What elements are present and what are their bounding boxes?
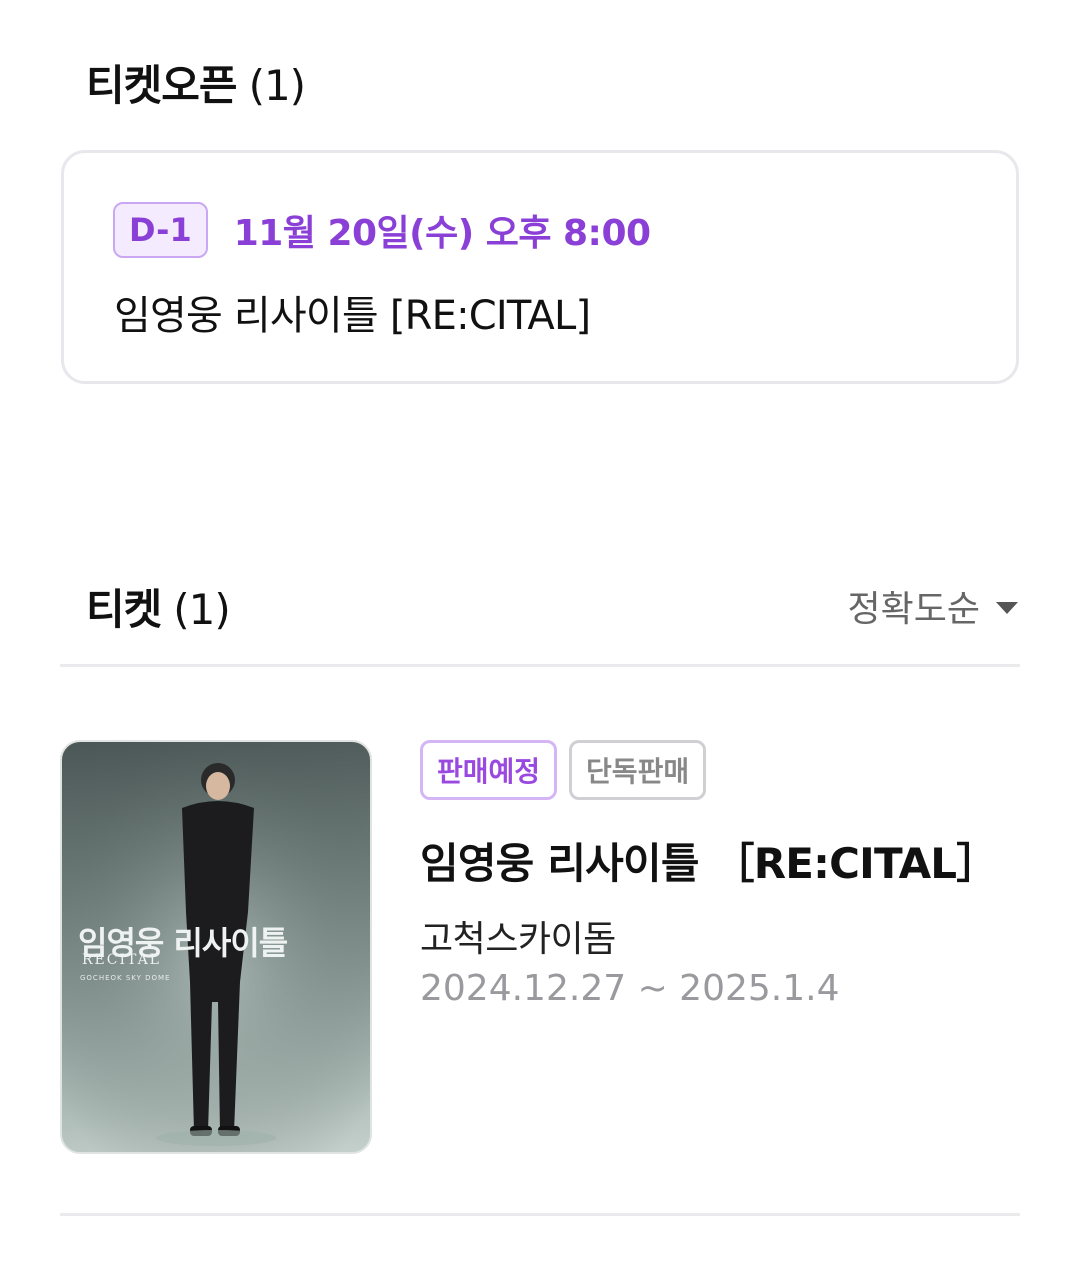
ticket-venue: 고척스카이돔 <box>420 919 616 960</box>
divider <box>60 1213 1020 1216</box>
sort-label: 정확도순 <box>847 589 980 630</box>
event-poster-image[interactable]: 임영웅 리사이틀 RECITAL GOCHEOK SKY DOME <box>60 740 372 1154</box>
sale-scheduled-badge: 판매예정 <box>420 740 558 800</box>
ticket-section-title: 티켓 (1) <box>86 576 231 637</box>
ticket-open-info-row: D-1 11월 20일(수) 오후 8:00 <box>113 202 651 258</box>
ticket-period: 2024.12.27 ~ 2025.1.4 <box>420 968 840 1009</box>
exclusive-sale-badge: 단독판매 <box>569 740 707 800</box>
poster-venue: GOCHEOK SKY DOME <box>80 974 171 982</box>
ticket-event-name[interactable]: 임영웅 리사이틀 ［RE:CITAL］ <box>420 830 998 891</box>
sort-dropdown[interactable]: 정확도순 <box>848 580 1018 632</box>
ticket-open-section-title: 티켓오픈 (1) <box>86 52 306 113</box>
dday-badge: D-1 <box>113 202 208 258</box>
divider <box>60 664 1020 667</box>
ticket-count: (1) <box>173 585 230 634</box>
ticket-open-datetime: 11월 20일(수) 오후 8:00 <box>233 213 651 254</box>
ticket-open-event-name: 임영웅 리사이틀 [RE:CITAL] <box>114 293 591 339</box>
ticket-badges: 판매예정 단독판매 <box>420 740 707 800</box>
caret-down-icon <box>996 602 1018 614</box>
ticket-open-count: (1) <box>248 61 306 110</box>
ticket-title: 티켓 <box>86 585 162 634</box>
poster-title-en: RECITAL <box>82 952 161 968</box>
ticket-open-card[interactable]: D-1 11월 20일(수) 오후 8:00 임영웅 리사이틀 [RE:CITA… <box>61 150 1019 384</box>
ticket-open-title: 티켓오픈 <box>86 61 238 110</box>
